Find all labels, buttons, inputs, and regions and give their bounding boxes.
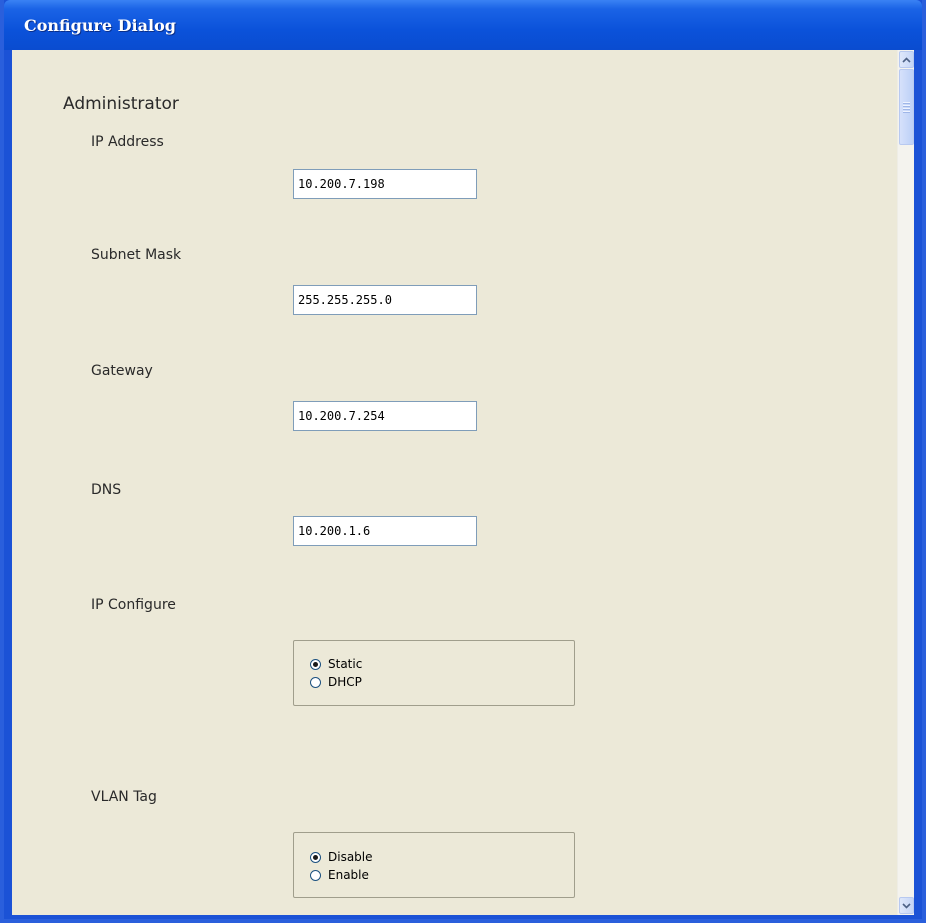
dialog-client-area: Administrator IP Address Subnet Mask Gat… <box>12 50 914 915</box>
title-bar[interactable]: Configure Dialog <box>4 0 922 50</box>
ip-address-label: IP Address <box>91 134 164 150</box>
vlan-tag-option-disable[interactable]: Disable <box>310 848 373 866</box>
settings-panel: Administrator IP Address Subnet Mask Gat… <box>12 50 897 915</box>
radio-unchecked-icon <box>310 869 321 881</box>
ip-configure-option-label: DHCP <box>328 675 362 689</box>
radio-checked-icon <box>310 658 321 670</box>
gateway-label: Gateway <box>91 363 153 379</box>
thumb-grip-line <box>903 111 910 113</box>
vlan-tag-radio-group: Disable Enable <box>293 832 575 898</box>
vertical-scrollbar[interactable] <box>897 50 914 915</box>
thumb-grip-line <box>903 108 910 110</box>
chevron-down-icon <box>902 902 911 909</box>
vlan-tag-label: VLAN Tag <box>91 789 157 805</box>
subnet-mask-field[interactable] <box>293 285 477 315</box>
vlan-tag-option-label: Disable <box>328 850 373 864</box>
ip-configure-radio-group: Static DHCP <box>293 640 575 706</box>
thumb-grip-line <box>903 105 910 107</box>
radio-checked-icon <box>310 851 321 863</box>
section-title: Administrator <box>63 94 179 114</box>
subnet-mask-label: Subnet Mask <box>91 247 182 263</box>
vlan-tag-option-label: Enable <box>328 868 369 882</box>
vlan-tag-option-enable[interactable]: Enable <box>310 866 369 884</box>
ip-configure-label: IP Configure <box>91 597 176 613</box>
ip-configure-option-label: Static <box>328 657 363 671</box>
gateway-field[interactable] <box>293 401 477 431</box>
scroll-down-button[interactable] <box>899 897 914 914</box>
scroll-thumb[interactable] <box>899 69 914 145</box>
ip-configure-option-dhcp[interactable]: DHCP <box>310 673 362 691</box>
ip-configure-option-static[interactable]: Static <box>310 655 362 673</box>
dns-field[interactable] <box>293 516 477 546</box>
ip-address-field[interactable] <box>293 169 477 199</box>
window-title: Configure Dialog <box>24 16 176 35</box>
scroll-up-button[interactable] <box>899 51 914 68</box>
radio-unchecked-icon <box>310 676 321 688</box>
configure-dialog-window: Configure Dialog Administrator IP Addres… <box>0 0 926 923</box>
chevron-up-icon <box>902 56 911 63</box>
thumb-grip-line <box>903 102 910 104</box>
dns-label: DNS <box>91 482 122 498</box>
